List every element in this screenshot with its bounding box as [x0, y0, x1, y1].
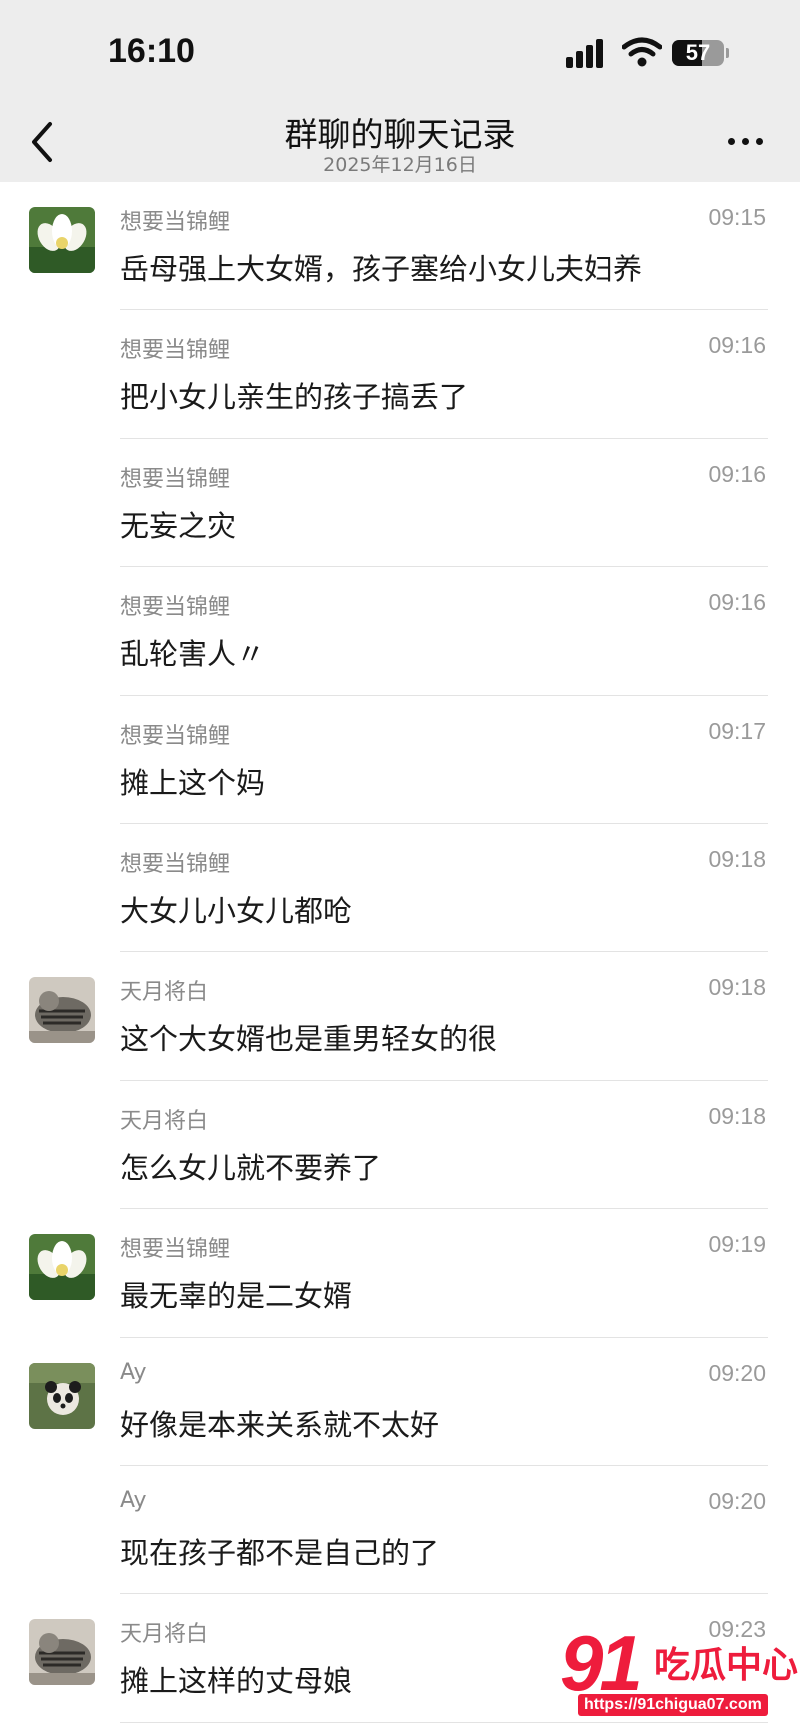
- message-text: 现在孩子都不是自己的了: [120, 1535, 440, 1570]
- message-row[interactable]: Ay 09:20 好像是本来关系就不太好: [0, 1338, 800, 1466]
- message-time: 09:18: [708, 845, 766, 872]
- message-time: 09:19: [708, 1231, 766, 1258]
- sender-name: Ay: [120, 1487, 147, 1513]
- message-row[interactable]: Ay 09:20 现在孩子都不是自己的了: [0, 1466, 800, 1595]
- message-time: 09:15: [708, 204, 766, 230]
- message-text: 最无辜的是二女婿: [120, 1279, 353, 1314]
- avatar[interactable]: [29, 977, 95, 1044]
- message-row[interactable]: 想要当锦鲤 09:16 把小女儿亲生的孩子搞丢了: [0, 310, 800, 439]
- sender-name: Ay: [120, 1359, 147, 1385]
- sender-name: 天月将白: [120, 1622, 209, 1648]
- message-text: 摊上这个妈: [120, 765, 266, 800]
- battery-tip: [726, 48, 729, 58]
- message-time: 09:20: [708, 1487, 766, 1514]
- message-row[interactable]: 想要当锦鲤 09:18 大女儿小女儿都呛: [0, 824, 800, 953]
- avatar[interactable]: [29, 1362, 95, 1429]
- sender-name: 想要当锦鲤: [120, 210, 231, 235]
- message-row[interactable]: 想要当锦鲤 09:16 乱轮害人〃: [0, 567, 800, 696]
- watermark-url: https://91chigua07.com: [578, 1694, 768, 1716]
- message-time: 09:20: [708, 1359, 766, 1386]
- message-time: 09:17: [708, 717, 766, 744]
- watermark-name: 吃瓜中心: [654, 1645, 799, 1686]
- message-list: 想要当锦鲤 09:15 岳母强上大女婿，孩子塞给小女儿夫妇养 想要当锦鲤 09:16 把小…: [0, 182, 800, 1723]
- message-row[interactable]: 想要当锦鲤 09:16 无妄之灾: [0, 439, 800, 568]
- message-time: 09:18: [708, 974, 766, 1001]
- message-text: 无妄之灾: [120, 508, 237, 543]
- sender-name: 想要当锦鲤: [120, 1237, 231, 1263]
- message-row[interactable]: 天月将白 09:18 这个大女婿也是重男轻女的很: [0, 952, 800, 1081]
- message-text: 岳母强上大女婿，孩子塞给小女儿夫妇养: [120, 252, 643, 286]
- message-time: 09:16: [708, 332, 766, 359]
- avatar[interactable]: [29, 1234, 95, 1301]
- message-text: 这个大女婿也是重男轻女的很: [120, 1022, 498, 1057]
- message-text: 大女儿小女儿都呛: [120, 893, 353, 928]
- avatar[interactable]: [29, 1619, 95, 1686]
- watermark-logo: 91 吃瓜中心 https://91chigua07.com: [556, 1619, 798, 1720]
- sender-name: 想要当锦鲤: [120, 466, 231, 492]
- avatar[interactable]: [29, 207, 95, 273]
- page-subtitle: 2025年12月16日: [323, 154, 477, 176]
- more-dots-icon[interactable]: [726, 126, 766, 154]
- message-text: 好像是本来关系就不太好: [120, 1407, 440, 1442]
- sender-name: 想要当锦鲤: [120, 723, 231, 749]
- message-row[interactable]: 想要当锦鲤 09:19 最无辜的是二女婿: [0, 1209, 800, 1338]
- message-text: 摊上这样的丈母娘: [120, 1664, 353, 1699]
- sender-name: 想要当锦鲤: [120, 851, 231, 877]
- message-time: 09:16: [708, 460, 766, 487]
- top-bar: 16:10 57 群聊的聊天记录 2025年12月16日: [0, 0, 800, 182]
- message-time: 09:16: [708, 589, 766, 616]
- message-text: 乱轮害人〃: [120, 637, 266, 672]
- divider: [120, 1721, 768, 1723]
- sender-name: 想要当锦鲤: [120, 338, 231, 364]
- wifi-icon: [622, 37, 662, 67]
- sender-name: 想要当锦鲤: [120, 595, 231, 621]
- page-title: 群聊的聊天记录: [284, 115, 516, 154]
- message-text: 怎么女儿就不要养了: [120, 1150, 382, 1185]
- sender-name: 天月将白: [120, 1108, 209, 1134]
- status-time: 16:10: [108, 32, 195, 70]
- cellular-signal-icon: [566, 38, 610, 68]
- message-row[interactable]: 想要当锦鲤 09:15 岳母强上大女婿，孩子塞给小女儿夫妇养: [0, 182, 800, 311]
- battery-icon: 57: [672, 40, 724, 66]
- message-time: 09:18: [708, 1102, 766, 1129]
- sender-name: 天月将白: [120, 980, 209, 1006]
- battery-level: 57: [685, 40, 711, 65]
- message-row[interactable]: 想要当锦鲤 09:17 摊上这个妈: [0, 696, 800, 824]
- message-text: 把小女儿亲生的孩子搞丢了: [120, 380, 469, 415]
- message-row[interactable]: 天月将白 09:18 怎么女儿就不要养了: [0, 1081, 800, 1210]
